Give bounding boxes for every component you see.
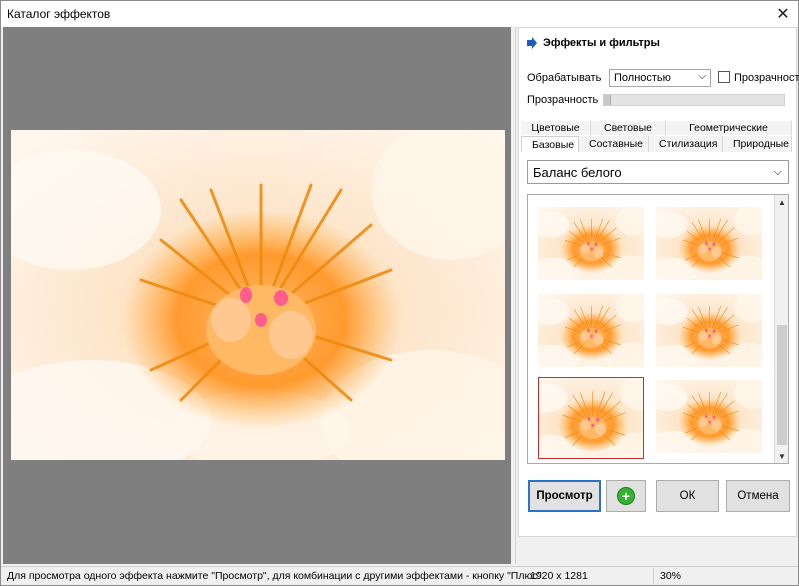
ok-button[interactable]: ОК (656, 480, 719, 512)
tab-row-bottom: Базовые Составные Стилизация Природные (521, 136, 792, 152)
effect-thumbnail[interactable] (656, 294, 762, 367)
tab-row-top: Цветовые Световые Геометрические (521, 121, 792, 135)
effects-panel-body: Эффекты и фильтры Обрабатывать Полностью… (518, 27, 799, 537)
preview-canvas (3, 27, 511, 564)
tab-natural[interactable]: Природные (723, 136, 792, 152)
plus-button[interactable]: + (606, 480, 646, 512)
plus-circle-icon: + (617, 487, 635, 505)
effect-thumbnail[interactable] (538, 294, 644, 367)
gallery-scrollbar[interactable]: ▲ ▼ (774, 195, 788, 463)
scroll-up-arrow-icon[interactable]: ▲ (775, 195, 788, 209)
close-icon[interactable]: ✕ (772, 3, 794, 25)
effects-panel: Эффекты и фильтры Обрабатывать Полностью… (515, 27, 799, 564)
transparency-label: Прозрачность (527, 94, 599, 106)
effect-thumbnail-gallery: ▲ ▼ (527, 194, 789, 464)
preview-image (11, 130, 505, 460)
panel-header: Эффекты и фильтры (527, 37, 660, 49)
panel-header-label: Эффекты и фильтры (543, 37, 660, 49)
title-bar: Каталог эффектов ✕ (1, 1, 798, 27)
transparency-checkbox-label: Прозрачность (734, 72, 799, 84)
effect-thumbnail[interactable] (656, 207, 762, 280)
window-title: Каталог эффектов (7, 7, 111, 21)
transparency-checkbox[interactable] (718, 71, 730, 83)
effect-select[interactable]: Баланс белого ⌵ (527, 160, 789, 184)
right-arrow-icon (527, 37, 537, 49)
status-divider (653, 568, 654, 584)
tab-stylization[interactable]: Стилизация (649, 136, 723, 152)
process-label: Обрабатывать (527, 72, 602, 84)
status-bar: Для просмотра одного эффекта нажмите "Пр… (1, 566, 798, 585)
tab-light[interactable]: Световые (591, 121, 666, 135)
tab-geometric[interactable]: Геометрические (666, 121, 792, 135)
status-image-dimensions: 1920 x 1281 (530, 570, 588, 582)
process-select-value: Полностью (614, 72, 671, 84)
scroll-thumb[interactable] (777, 325, 787, 445)
chevron-down-icon: ⌵ (698, 71, 706, 82)
effect-thumbnail[interactable] (538, 207, 644, 280)
preview-button[interactable]: Просмотр (528, 480, 601, 512)
transparency-slider[interactable] (603, 94, 785, 106)
process-row: Обрабатывать Полностью ⌵ Прозрачность (527, 68, 799, 88)
status-zoom: 30% (660, 570, 682, 582)
effect-thumbnail[interactable] (656, 380, 762, 453)
tab-basic[interactable]: Базовые (521, 136, 579, 152)
effects-catalog-window: Каталог эффектов ✕ Эффекты и фильтры Обр… (0, 0, 799, 586)
slider-thumb[interactable] (604, 95, 611, 105)
effect-thumbnail-selected[interactable] (538, 377, 644, 459)
status-hint: Для просмотра одного эффекта нажмите "Пр… (7, 570, 542, 582)
transparency-row: Прозрачность (527, 94, 795, 108)
tab-color[interactable]: Цветовые (521, 121, 591, 135)
effect-select-value: Баланс белого (533, 165, 622, 180)
scroll-down-arrow-icon[interactable]: ▼ (775, 449, 788, 463)
cancel-button[interactable]: Отмена (726, 480, 790, 512)
process-select[interactable]: Полностью ⌵ (609, 69, 711, 87)
tab-composite[interactable]: Составные (579, 136, 649, 152)
chevron-down-icon: ⌵ (773, 166, 782, 178)
